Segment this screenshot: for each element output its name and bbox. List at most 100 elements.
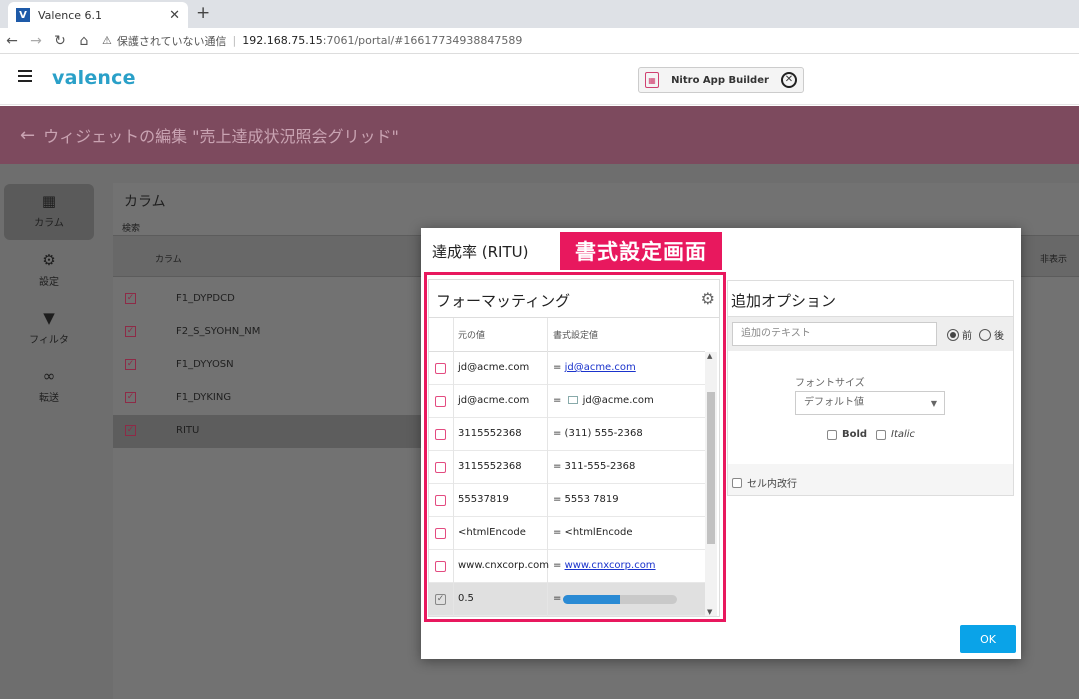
column-header: カラム	[155, 255, 182, 265]
scroll-thumb[interactable]	[707, 392, 715, 544]
nav-item-transfer[interactable]: ∞ 転送	[4, 359, 94, 415]
radio-after[interactable]: 後	[979, 327, 1004, 342]
original-value-header: 元の値	[458, 331, 486, 341]
page-header: ← ウィジェットの編集 "売上達成状況照会グリッド"	[0, 106, 1079, 164]
column-name: F1_DYYOSN	[176, 359, 234, 370]
url-field[interactable]: ⚠ 保護されていない通信 | 192.168.75.15 :7061/porta…	[102, 30, 1073, 52]
nav-item-settings[interactable]: ⚙ 設定	[4, 243, 94, 299]
checkbox[interactable]	[732, 477, 742, 488]
forward-arrow-icon[interactable]: →	[24, 33, 48, 49]
table-row[interactable]: ✓ F2_S_SYOHN_NM	[113, 316, 423, 349]
reload-icon[interactable]: ↻	[48, 33, 72, 49]
search-label[interactable]: 検索	[122, 221, 140, 234]
table-row[interactable]: ✓ F1_DYKING	[113, 382, 423, 415]
checkbox[interactable]	[876, 429, 886, 440]
scroll-up-icon[interactable]: ▲	[707, 352, 712, 360]
checkbox[interactable]	[435, 528, 446, 539]
address-bar: ← → ↻ ⌂ ⚠ 保護されていない通信 | 192.168.75.15 :70…	[0, 28, 1079, 54]
list-item[interactable]: 3115552368 = (311) 555-2368	[429, 418, 705, 451]
close-circle-icon[interactable]: ✕	[781, 72, 797, 88]
panel-title: カラム	[124, 194, 166, 210]
bold-checkbox[interactable]: Bold	[827, 429, 867, 440]
checkbox[interactable]: ✓	[125, 293, 136, 304]
checkbox[interactable]	[435, 363, 446, 374]
progress-bar	[563, 595, 677, 604]
table-row[interactable]: ✓ F1_DYPDCD	[113, 283, 423, 316]
list-item[interactable]: ✓ 0.5 =	[429, 583, 705, 616]
formatted-value: = 5553 7819	[553, 494, 619, 505]
radio-button[interactable]	[979, 328, 991, 341]
checkbox[interactable]: ✓	[125, 326, 136, 337]
app-header: valence ▦ Nitro App Builder ✕	[0, 55, 1079, 105]
home-icon[interactable]: ⌂	[72, 33, 96, 49]
column-name: F2_S_SYOHN_NM	[176, 326, 261, 337]
wrap-checkbox[interactable]: セル内改行	[732, 475, 797, 490]
scroll-down-icon[interactable]: ▼	[707, 608, 712, 616]
original-value: www.cnxcorp.com	[458, 560, 549, 571]
checkbox[interactable]	[435, 561, 446, 572]
tab-close-icon[interactable]: ✕	[169, 8, 180, 23]
formatted-value: =	[553, 593, 562, 604]
gear-icon[interactable]: ⚙	[701, 289, 715, 308]
ok-button[interactable]: OK	[960, 625, 1016, 653]
font-size-value: デフォルト値	[804, 397, 864, 408]
list-scrollbar[interactable]: ▲ ▼	[705, 352, 717, 616]
italic-checkbox[interactable]: Italic	[876, 429, 915, 440]
nav-item-filter[interactable]: ▼ フィルタ	[4, 301, 94, 357]
original-value: jd@acme.com	[458, 395, 530, 406]
checkbox[interactable]: ✓	[125, 425, 136, 436]
checkbox[interactable]	[827, 429, 837, 440]
checkbox[interactable]	[435, 495, 446, 506]
table-row[interactable]: ✓ RITU	[113, 415, 423, 448]
chevron-down-icon: ▼	[930, 399, 937, 408]
nav-label: カラム	[34, 218, 64, 229]
formatted-value: = 311-555-2368	[553, 461, 636, 472]
formatting-header: フォーマッティング ⚙	[429, 280, 719, 318]
radio-button[interactable]	[947, 328, 959, 341]
warning-icon: ⚠	[102, 34, 112, 47]
font-size-select[interactable]: デフォルト値 ▼	[795, 391, 945, 415]
original-value: 3115552368	[458, 428, 522, 439]
nav-item-columns[interactable]: ▦ カラム	[4, 184, 94, 240]
list-item[interactable]: www.cnxcorp.com = www.cnxcorp.com	[429, 550, 705, 583]
checkbox[interactable]: ✓	[125, 359, 136, 370]
checkbox[interactable]	[435, 462, 446, 473]
link-icon: ∞	[42, 367, 56, 385]
formatting-title: フォーマッティング	[436, 292, 571, 310]
valence-favicon-icon: V	[16, 8, 30, 22]
list-item[interactable]: 55537819 = 5553 7819	[429, 484, 705, 517]
bold-label: Bold	[842, 429, 868, 440]
new-tab-icon[interactable]: +	[196, 3, 210, 23]
back-arrow-icon[interactable]: ←	[0, 33, 24, 49]
nav-label: 設定	[39, 277, 59, 288]
table-row[interactable]: ✓ F1_DYYOSN	[113, 349, 423, 382]
list-item[interactable]: jd@acme.com = jd@acme.com	[429, 385, 705, 418]
formatted-value: = (311) 555-2368	[553, 428, 643, 439]
page-title: ウィジェットの編集 "売上達成状況照会グリッド"	[43, 127, 399, 146]
formatted-value: = www.cnxcorp.com	[553, 560, 656, 571]
radio-before[interactable]: 前	[947, 327, 972, 342]
checkbox[interactable]	[435, 396, 446, 407]
hamburger-menu-icon[interactable]	[18, 70, 32, 85]
security-text: 保護されていない通信	[116, 34, 227, 48]
list-item[interactable]: jd@acme.com = jd@acme.com	[429, 352, 705, 385]
browser-tab[interactable]: V Valence 6.1 ✕	[8, 2, 188, 28]
list-item[interactable]: 3115552368 = 311-555-2368	[429, 451, 705, 484]
url-link[interactable]: www.cnxcorp.com	[565, 560, 656, 571]
filter-icon: ▼	[43, 309, 55, 327]
back-arrow-icon[interactable]: ←	[20, 125, 35, 146]
email-link[interactable]: jd@acme.com	[565, 362, 636, 373]
grid-icon: ▦	[41, 192, 57, 210]
additional-text-input[interactable]: 追加のテキスト	[732, 322, 937, 346]
italic-label: Italic	[891, 429, 916, 440]
original-value: jd@acme.com	[458, 362, 530, 373]
formatted-value: = jd@acme.com	[553, 395, 654, 406]
original-value: 55537819	[458, 494, 509, 505]
list-item[interactable]: <htmlEncode = <htmlEncode	[429, 517, 705, 550]
formatting-column-headers: 元の値 書式設定値	[429, 318, 705, 352]
checkbox[interactable]	[435, 429, 446, 440]
checkbox[interactable]: ✓	[125, 392, 136, 403]
checkbox[interactable]: ✓	[435, 594, 446, 605]
callout-label: 書式設定画面	[560, 232, 722, 270]
nitro-app-builder-tab[interactable]: ▦ Nitro App Builder ✕	[638, 67, 804, 93]
